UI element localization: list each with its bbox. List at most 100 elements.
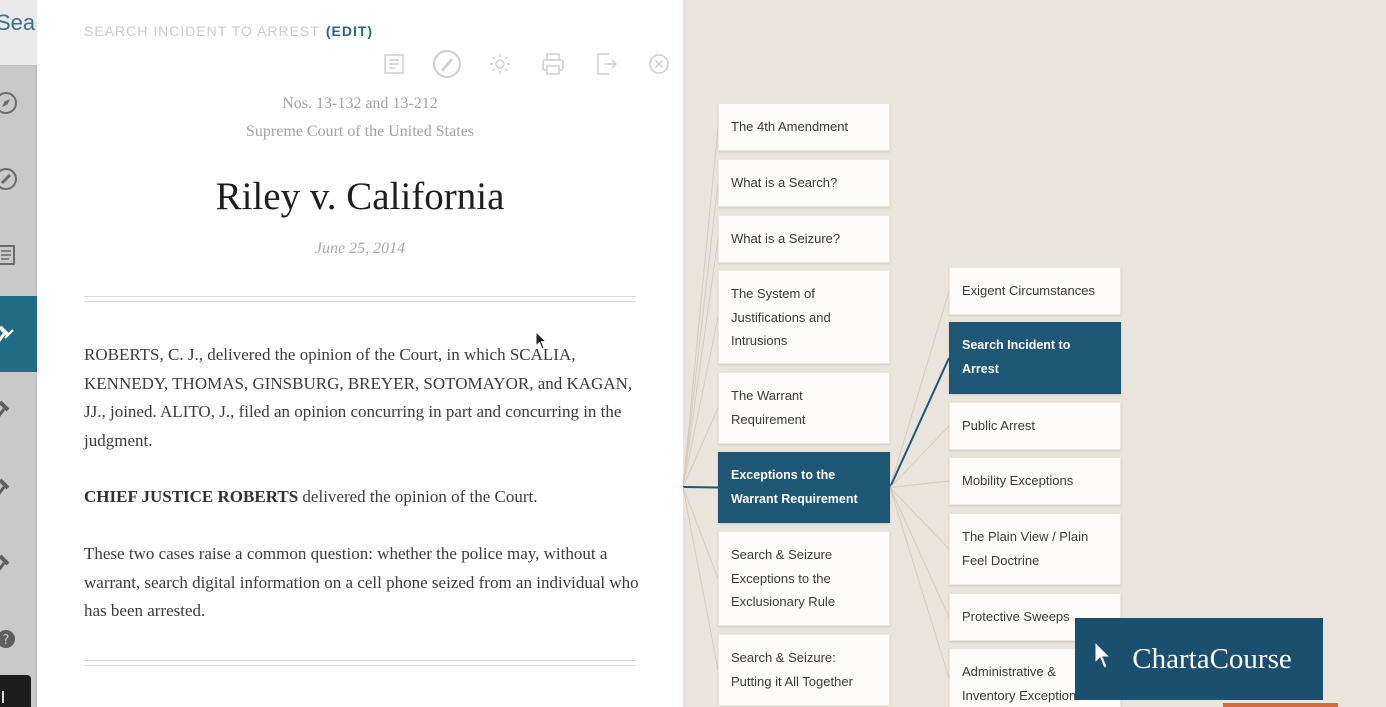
divider	[84, 296, 636, 302]
rail-button-help[interactable]: ?	[0, 602, 37, 676]
notes-icon	[383, 54, 404, 74]
pointer-icon	[1094, 640, 1112, 669]
topic-node-4[interactable]: The Warrant Requirement	[718, 372, 890, 444]
map-connector	[683, 182, 719, 488]
map-connector	[889, 487, 950, 679]
author-name: CHIEF JUSTICE ROBERTS	[84, 487, 299, 506]
rail-search-text: Sea	[0, 10, 36, 35]
brightness-icon	[489, 54, 510, 74]
topic-node-5[interactable]: Exceptions to the Warrant Requirement	[718, 452, 890, 523]
syllabus-paragraph: ROBERTS, C. J., delivered the opinion of…	[84, 345, 633, 450]
rail-bottom-button[interactable]	[0, 675, 31, 707]
topic-node-1-line-0: What is a Search?	[731, 175, 838, 190]
subtopic-node-0-line-0: Exigent Circumstances	[962, 283, 1095, 298]
author-text: delivered the opinion of the Court.	[298, 487, 538, 506]
document-toolbar	[367, 50, 685, 78]
breadcrumb-topic: SEARCH INCIDENT TO ARREST	[84, 23, 320, 39]
decision-date: June 25, 2014	[314, 240, 406, 257]
print-button[interactable]	[526, 50, 579, 78]
subtopic-node-0[interactable]: Exigent Circumstances	[949, 267, 1121, 315]
divider	[84, 660, 636, 666]
map-connector	[889, 487, 950, 550]
course-map: The 4th Amendment What is a Search? What i…	[683, 0, 1386, 707]
topic-node-3[interactable]: The System of Justifications and Intrusion…	[718, 270, 890, 364]
topic-node-0[interactable]: The 4th Amendment	[718, 103, 890, 151]
subtopic-node-3[interactable]: Mobility Exceptions	[949, 457, 1121, 505]
rail-button-case-2[interactable]	[0, 372, 37, 446]
map-connector	[889, 480, 950, 488]
print-icon	[541, 53, 564, 75]
topic-node-7[interactable]: Search & Seizure: Putting it All Together	[718, 634, 890, 706]
brand-name: ChartaCourse	[1132, 642, 1292, 675]
rail-search[interactable]: Sea	[0, 0, 37, 66]
accent-strip	[1223, 703, 1338, 707]
subtopic-node-4-line-0: The Plain View / Plain	[962, 529, 1089, 544]
compass-icon	[0, 92, 17, 114]
edit-link[interactable]: (EDIT)	[326, 23, 373, 39]
map-connector	[889, 487, 950, 618]
map-button[interactable]	[420, 50, 473, 78]
compass-icon	[432, 50, 461, 78]
map-connector	[683, 238, 719, 488]
chartacourse-logo: ChartaCourse	[1075, 618, 1323, 700]
map-connector	[683, 486, 719, 579]
case-title: Riley v. California	[215, 175, 505, 218]
topic-node-3-line-1: Justifications and	[731, 309, 831, 325]
topic-node-4-line-0: The Warrant	[731, 388, 803, 403]
subtopic-node-4-line-1: Feel Doctrine	[962, 552, 1040, 568]
topic-node-7-line-0: Search & Seizure:	[731, 650, 836, 665]
map-connector	[683, 126, 719, 488]
topic-node-5-line-1: Warrant Requirement	[731, 491, 858, 506]
topic-node-7-line-1: Putting it All Together	[731, 673, 853, 689]
export-icon	[596, 53, 617, 75]
subtopic-node-1-line-1: Arrest	[962, 361, 999, 376]
rail-button-notes[interactable]	[0, 142, 37, 216]
opinion-paragraph: These two cases raise a common question:…	[84, 544, 639, 620]
topic-node-3-line-2: Intrusions	[731, 333, 788, 348]
subtopic-node-2-line-0: Public Arrest	[962, 418, 1035, 433]
svg-text:?: ?	[3, 633, 10, 648]
export-button[interactable]	[579, 50, 632, 78]
mouse-cursor-icon	[535, 331, 548, 350]
subtopic-node-3-line-0: Mobility Exceptions	[962, 473, 1074, 488]
map-connector	[683, 316, 719, 488]
topic-node-0-line-0: The 4th Amendment	[731, 119, 849, 134]
gavel-icon	[0, 325, 14, 342]
topic-node-6-line-2: Exclusionary Rule	[731, 594, 836, 609]
docket-number: Nos. 13-132 and 13-212	[282, 95, 438, 112]
topic-node-2-line-0: What is a Seizure?	[731, 231, 841, 246]
brightness-button[interactable]	[473, 50, 526, 78]
pen-icon	[0, 168, 17, 190]
topic-node-4-line-1: Requirement	[731, 411, 806, 427]
topic-node-6[interactable]: Search & Seizure Exceptions to the Exclusi…	[718, 531, 890, 626]
court-name: Supreme Court of the United States	[246, 123, 474, 140]
close-icon	[648, 54, 669, 74]
subtopic-node-1[interactable]: Search Incident to Arrest	[949, 322, 1121, 394]
help-icon: ?	[0, 630, 15, 648]
topic-node-2[interactable]: What is a Seizure?	[718, 215, 890, 263]
side-rail: Sea ?	[0, 0, 37, 707]
topic-node-1[interactable]: What is a Search?	[718, 159, 890, 207]
breadcrumb: SEARCH INCIDENT TO ARREST (EDIT)	[84, 23, 373, 39]
gavel-icon	[0, 554, 10, 571]
rail-button-map[interactable]	[0, 66, 37, 140]
document-panel: SEARCH INCIDENT TO ARREST (EDIT) Nos. 13-…	[37, 0, 683, 707]
topic-node-5-line-0: Exceptions to the	[731, 468, 836, 482]
document-icon	[0, 245, 15, 265]
subtopic-node-4[interactable]: The Plain View / Plain Feel Doctrine	[949, 513, 1121, 585]
map-connector	[889, 357, 950, 488]
opinion-author-paragraph: CHIEF JUSTICE ROBERTS delivered the opin…	[84, 483, 644, 512]
rail-button-case-4[interactable]	[0, 526, 37, 600]
rail-button-case-active[interactable]	[0, 296, 37, 372]
map-connector	[889, 290, 950, 488]
gavel-icon	[0, 400, 10, 417]
rail-button-case-3[interactable]	[0, 450, 37, 524]
topic-node-6-line-1: Exceptions to the	[731, 570, 831, 586]
rail-button-document[interactable]	[0, 218, 37, 292]
notes-button[interactable]	[367, 50, 420, 78]
subtopic-node-2[interactable]: Public Arrest	[949, 402, 1121, 450]
map-connector	[683, 486, 719, 671]
map-connector	[683, 486, 719, 489]
gavel-icon	[0, 478, 10, 495]
close-button[interactable]	[632, 50, 685, 78]
